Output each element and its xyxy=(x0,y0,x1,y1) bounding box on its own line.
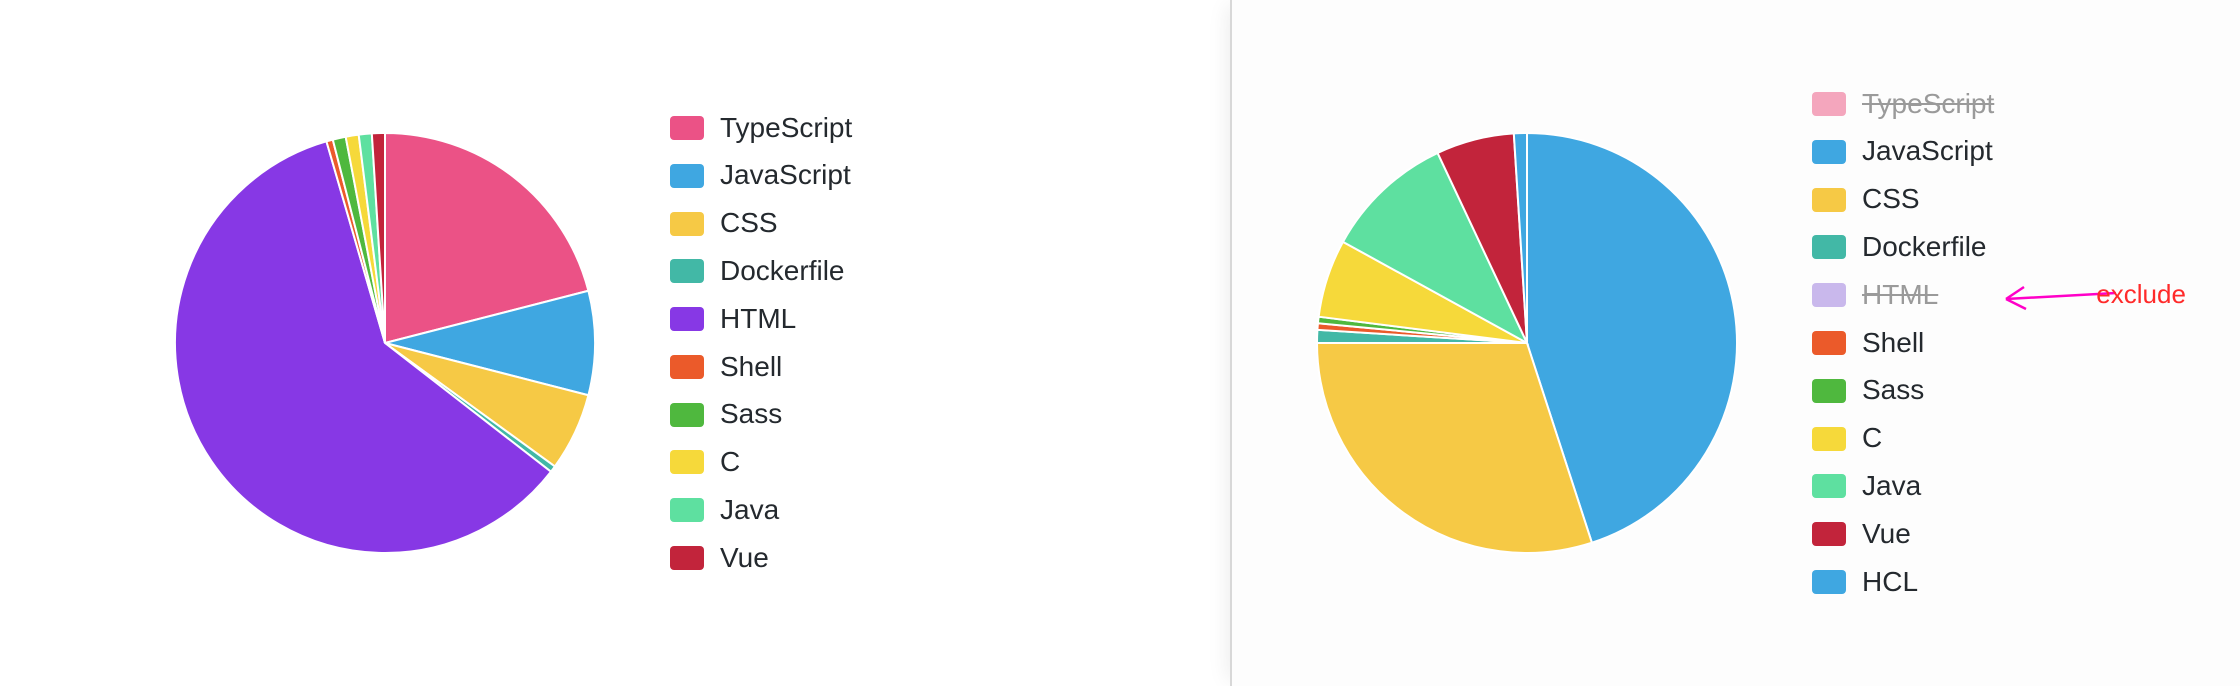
legend-swatch xyxy=(1812,92,1846,116)
pie-chart-left xyxy=(170,128,600,558)
legend-item-vue[interactable]: Vue xyxy=(670,543,852,574)
legend-swatch xyxy=(1812,379,1846,403)
legend-item-typescript[interactable]: TypeScript xyxy=(670,113,852,144)
legend-swatch xyxy=(1812,522,1846,546)
legend-label: Java xyxy=(1862,471,1921,502)
legend-item-javascript[interactable]: JavaScript xyxy=(670,160,852,191)
legend-label: Shell xyxy=(1862,328,1924,359)
legend-label: HCL xyxy=(1862,567,1918,598)
legend-label: CSS xyxy=(720,208,778,239)
legend-item-java[interactable]: Java xyxy=(1812,471,1994,502)
legend-label: HTML xyxy=(1862,280,1938,311)
legend-item-javascript[interactable]: JavaScript xyxy=(1812,136,1994,167)
legend-item-dockerfile[interactable]: Dockerfile xyxy=(1812,232,1994,263)
legend-item-vue[interactable]: Vue xyxy=(1812,519,1994,550)
legend-label: Vue xyxy=(720,543,769,574)
legend-item-css[interactable]: CSS xyxy=(670,208,852,239)
legend-swatch xyxy=(1812,140,1846,164)
pie-chart-right xyxy=(1312,128,1742,558)
legend-swatch xyxy=(1812,283,1846,307)
legend-label: Sass xyxy=(720,399,782,430)
legend-swatch xyxy=(670,164,704,188)
legend-label: Dockerfile xyxy=(1862,232,1986,263)
legend-item-dockerfile[interactable]: Dockerfile xyxy=(670,256,852,287)
legend-swatch xyxy=(1812,427,1846,451)
legend-label: C xyxy=(720,447,740,478)
legend-label: Shell xyxy=(720,352,782,383)
legend-item-sass[interactable]: Sass xyxy=(670,399,852,430)
annotation-arrow xyxy=(1986,265,2126,325)
legend-item-html[interactable]: HTML xyxy=(670,304,852,335)
legend-item-c[interactable]: C xyxy=(670,447,852,478)
legend-item-c[interactable]: C xyxy=(1812,423,1994,454)
chart-panel-right: TypeScript JavaScript CSS Dockerfile HTML She… xyxy=(1230,0,2240,686)
legend-swatch xyxy=(670,212,704,236)
legend-label: JavaScript xyxy=(720,160,851,191)
legend-label: Java xyxy=(720,495,779,526)
legend-item-typescript[interactable]: TypeScript xyxy=(1812,89,1994,120)
legend-item-shell[interactable]: Shell xyxy=(1812,328,1994,359)
legend-item-hcl[interactable]: HCL xyxy=(1812,567,1994,598)
legend-label: TypeScript xyxy=(720,113,852,144)
legend-label: Sass xyxy=(1862,375,1924,406)
legend-label: CSS xyxy=(1862,184,1920,215)
legend-swatch xyxy=(1812,474,1846,498)
legend-label: C xyxy=(1862,423,1882,454)
legend-label: Dockerfile xyxy=(720,256,844,287)
legend-item-java[interactable]: Java xyxy=(670,495,852,526)
legend-item-html[interactable]: HTML xyxy=(1812,280,1994,311)
legend-swatch xyxy=(670,307,704,331)
chart-panel-left: TypeScript JavaScript CSS Dockerfile HTML She… xyxy=(0,0,1230,686)
legend-swatch xyxy=(670,450,704,474)
legend-label: TypeScript xyxy=(1862,89,1994,120)
legend-swatch xyxy=(1812,331,1846,355)
legend-label: Vue xyxy=(1862,519,1911,550)
legend-label: HTML xyxy=(720,304,796,335)
legend-swatch xyxy=(1812,188,1846,212)
legend-item-shell[interactable]: Shell xyxy=(670,352,852,383)
legend-label: JavaScript xyxy=(1862,136,1993,167)
legend-swatch xyxy=(670,498,704,522)
legend-swatch xyxy=(1812,570,1846,594)
legend-right: TypeScript JavaScript CSS Dockerfile HTML She… xyxy=(1812,89,1994,598)
legend-left: TypeScript JavaScript CSS Dockerfile HTML She… xyxy=(670,113,852,574)
legend-swatch xyxy=(670,116,704,140)
annotation-label: exclude xyxy=(2096,279,2186,310)
legend-item-css[interactable]: CSS xyxy=(1812,184,1994,215)
legend-swatch xyxy=(670,355,704,379)
legend-swatch xyxy=(1812,235,1846,259)
legend-swatch xyxy=(670,403,704,427)
legend-swatch xyxy=(670,259,704,283)
legend-swatch xyxy=(670,546,704,570)
legend-item-sass[interactable]: Sass xyxy=(1812,375,1994,406)
